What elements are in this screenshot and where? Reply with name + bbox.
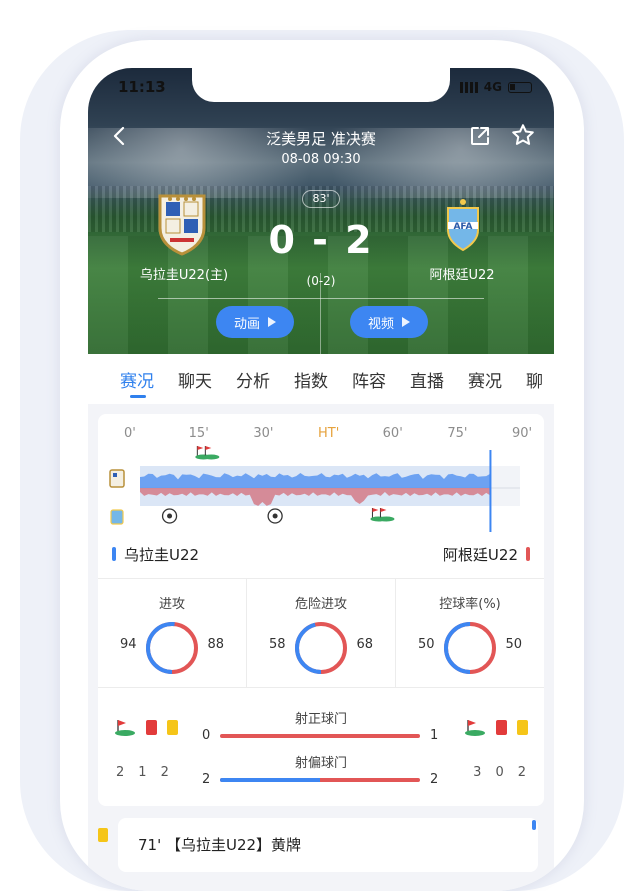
shots-off-target-bar [220,778,420,782]
stat-away-value: 68 [356,637,373,652]
network-label: 4G [483,80,502,94]
home-red-cards-count: 1 [138,765,147,780]
match-timeline: 0' 15' 30' HT' 60' 75' 90' [98,414,544,534]
svg-text:AFA: AFA [453,222,472,232]
away-red-cards-count: 0 [495,765,504,780]
page-background: 11:13 4G 泛美男足 准决赛 08-08 09:30 83' 0 - 2 … [0,0,644,891]
shots-off-target-home-fill [220,778,320,782]
uruguay-crest-icon[interactable] [156,192,208,256]
corner-flag-icon-flag [372,508,379,512]
stat-home-value: 50 [418,637,435,652]
tab-item[interactable]: 直播 [410,367,444,392]
tab-item[interactable]: 聊天 [178,367,212,392]
tab-item[interactable]: 赛况 [468,367,502,392]
phone-notch [192,68,450,102]
home-yellow-cards-count: 2 [160,765,169,780]
away-event-counts: 3 0 2 [473,765,526,780]
stat-ring [146,622,198,674]
status-indicators: 4G [459,80,532,94]
event-stats: 射正球门 0 1 射偏球门 2 2 2 1 2 3 0 2 [98,690,544,800]
corner-flag-icon-flag [205,446,212,450]
kickoff-time: 08-08 09:30 [281,152,361,167]
stat-cell: 控球率(%) 50 50 [396,579,544,687]
timeline-chart [109,446,520,532]
tab-item[interactable]: 赛况 [120,367,154,398]
play-icon [402,317,410,327]
league-title: 泛美男足 准决赛 [266,130,376,148]
animation-button[interactable]: 动画 [216,306,294,338]
home-color-marker [112,547,116,561]
tab-item[interactable]: 阵容 [352,367,386,392]
phone-frame: 11:13 4G 泛美男足 准决赛 08-08 09:30 83' 0 - 2 … [60,40,584,891]
stat-home-value: 94 [120,637,137,652]
pitch-line [158,298,484,299]
play-icon [268,317,276,327]
stat-cell: 进攻 94 88 [98,579,247,687]
yellow-card-marker-icon [98,828,108,842]
tab-item[interactable]: 指数 [294,367,328,392]
shots-on-target-title: 射正球门 [294,712,347,727]
shots-on-target-bar [220,734,420,738]
away-yellow-cards-count: 2 [517,765,526,780]
shots-on-target-away: 1 [430,728,439,743]
home-event-counts: 2 1 2 [116,765,169,780]
stat-title: 控球率(%) [439,597,501,612]
goal-ball-pattern [167,513,173,519]
corner-flag-icon-grass [378,516,395,522]
home-team-name: 乌拉圭U22(主) [139,268,229,283]
uruguay-mini-crest-icon [109,469,125,488]
battery-icon [508,81,532,93]
away-corners-count: 3 [473,765,482,780]
stat-title: 危险进攻 [294,597,347,612]
uruguay-mini-crest-detail [113,473,117,477]
event-side-marker [532,820,536,830]
corner-flag-icon-flag [197,446,204,450]
stat-ring [295,622,347,674]
stat-away-value: 88 [207,637,224,652]
stat-home-value: 58 [269,637,286,652]
animation-label: 动画 [233,316,260,332]
match-header: 11:13 4G 泛美男足 准决赛 08-08 09:30 83' 0 - 2 … [88,68,554,354]
signal-icon [459,81,478,93]
home-team-label: 乌拉圭U22 [124,546,200,564]
played-region [140,466,491,506]
shots-off-target-home: 2 [202,772,211,787]
goal-ball-pattern [272,513,278,519]
home-corners-count: 2 [116,765,125,780]
stat-title: 进攻 [158,597,185,612]
stats-grid: 进攻 94 88 危险进攻 58 68 控球率(%) 50 50 [98,578,544,688]
tab-bar: 赛况 聊天 分析 指数 阵容 直播 赛况聊 [88,354,554,404]
away-team-label: 阿根廷U22 [442,546,518,564]
status-time: 11:13 [118,78,166,96]
stat-ring [444,622,496,674]
stat-away-value: 50 [505,637,522,652]
argentina-mini-crest-icon [110,509,124,525]
argentina-crest-icon[interactable]: AFA [440,196,486,252]
stat-cell: 危险进攻 58 68 [247,579,396,687]
event-text: 71' 【乌拉圭U22】黄牌 [138,836,302,854]
match-minute: 83' [302,190,340,208]
corner-flag-icon-grass [203,454,220,460]
app-screen: 11:13 4G 泛美男足 准决赛 08-08 09:30 83' 0 - 2 … [88,68,554,891]
event-list-item[interactable]: 71' 【乌拉圭U22】黄牌 [118,818,538,872]
video-label: 视频 [367,316,394,332]
corner-flag-icon-flag [380,508,387,512]
video-button[interactable]: 视频 [350,306,428,338]
shots-off-target-away: 2 [430,772,439,787]
tab-item[interactable]: 聊 [526,367,543,392]
team-legend: 乌拉圭U22 阿根廷U22 [98,542,544,566]
match-stats-card: 0' 15' 30' HT' 60' 75' 90' 乌拉圭U22 阿根廷U22 进攻 94 8… [98,414,544,806]
away-color-marker [526,547,530,561]
away-team-name: 阿根廷U22 [429,268,495,283]
tab-item[interactable]: 分析 [236,367,270,392]
shots-on-target-home: 0 [202,728,211,743]
